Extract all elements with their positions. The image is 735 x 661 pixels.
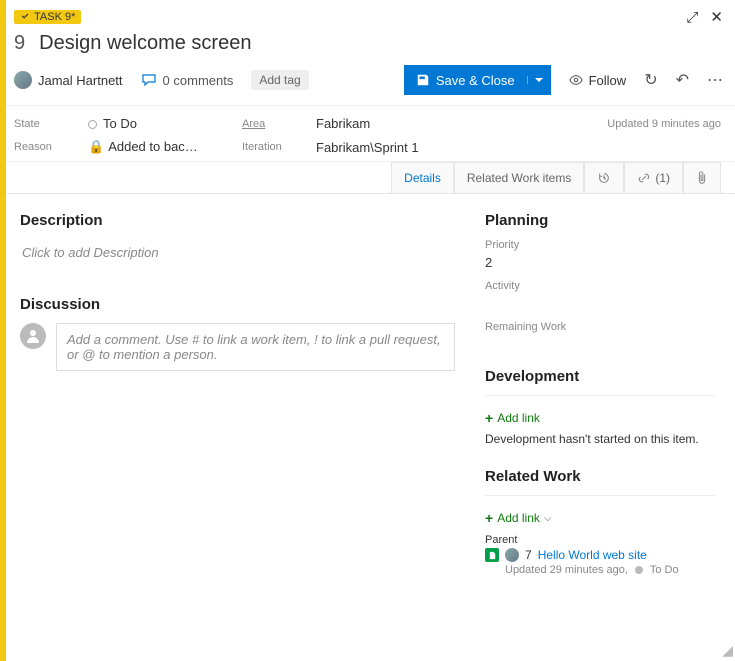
follow-button[interactable]: Follow [569,73,627,88]
follow-label: Follow [589,73,627,88]
attachment-icon [696,171,708,185]
tab-links[interactable]: (1) [624,162,683,193]
activity-value[interactable] [485,296,715,311]
expand-icon[interactable]: ⤢ [686,9,698,26]
parent-label: Parent [485,534,715,546]
priority-value[interactable]: 2 [485,255,715,270]
state-dot-icon [88,120,97,129]
planning-heading: Planning [485,212,715,229]
work-item-color-bar [0,0,6,661]
development-heading: Development [485,368,715,385]
related-add-link-button[interactable]: +Add link⌵ [485,510,551,526]
eye-icon [569,73,583,87]
history-icon [597,171,611,185]
description-input[interactable]: Click to add Description [20,239,455,266]
work-item-type-label: TASK 9* [34,11,75,23]
current-user-avatar [20,323,46,349]
reason-label: Reason [14,141,74,153]
related-work-heading: Related Work [485,468,715,485]
undo-button[interactable]: ↶ [676,70,689,90]
discussion-heading: Discussion [20,296,455,313]
tab-related-work-items[interactable]: Related Work items [454,162,584,193]
parent-title-link[interactable]: Hello World web site [538,548,647,562]
parent-link-row[interactable]: 7 Hello World web site [485,548,715,562]
tab-attachments[interactable] [683,162,721,193]
parent-meta: Updated 29 minutes ago, To Do [505,564,715,576]
parent-id: 7 [525,548,532,562]
iteration-label: Iteration [242,141,302,153]
assignee-name: Jamal Hartnett [38,73,123,88]
remaining-work-label: Remaining Work [485,321,715,333]
close-icon[interactable]: ✕ [710,8,723,26]
development-status: Development hasn't started on this item. [485,432,715,446]
link-icon [637,171,651,185]
save-and-close-button[interactable]: Save & Close [404,65,551,95]
discussion-input[interactable]: Add a comment. Use # to link a work item… [56,323,455,371]
add-tag-button[interactable]: Add tag [251,70,308,90]
chevron-down-icon [535,76,543,84]
more-actions-button[interactable]: ⋯ [707,70,723,90]
save-icon [416,73,430,87]
remaining-work-value[interactable] [485,337,715,352]
area-label: Area [242,118,302,130]
comment-icon [141,72,157,88]
lock-icon: 🔒 [88,139,104,154]
work-item-id: 9 [14,32,25,55]
state-label: State [14,118,74,130]
avatar [505,548,519,562]
updated-label: Updated 9 minutes ago [607,118,721,130]
save-label: Save & Close [436,73,515,88]
plus-icon: + [485,410,493,426]
check-icon [20,12,30,22]
activity-label: Activity [485,280,715,292]
person-icon [25,328,41,344]
pbi-badge-icon [485,548,499,562]
tab-history[interactable] [584,162,624,193]
tab-details[interactable]: Details [391,162,454,193]
comments-label: 0 comments [163,73,234,88]
assignee-picker[interactable]: Jamal Hartnett [14,71,123,89]
reason-value[interactable]: 🔒Added to bac… [88,139,228,155]
area-value[interactable]: Fabrikam [316,116,593,131]
iteration-value[interactable]: Fabrikam\Sprint 1 [316,140,593,155]
description-heading: Description [20,212,455,229]
state-value[interactable]: To Do [88,116,228,131]
priority-label: Priority [485,239,715,251]
work-item-title[interactable]: Design welcome screen [39,32,251,55]
avatar [14,71,32,89]
comments-button[interactable]: 0 comments [141,72,234,88]
state-dot-icon [635,566,643,574]
chevron-down-icon: ⌵ [544,513,552,524]
plus-icon: + [485,510,493,526]
work-item-type-chip: TASK 9* [14,10,81,24]
development-add-link-button[interactable]: +Add link [485,410,540,426]
refresh-button[interactable]: ↻ [644,70,657,90]
save-dropdown-button[interactable] [527,76,551,84]
